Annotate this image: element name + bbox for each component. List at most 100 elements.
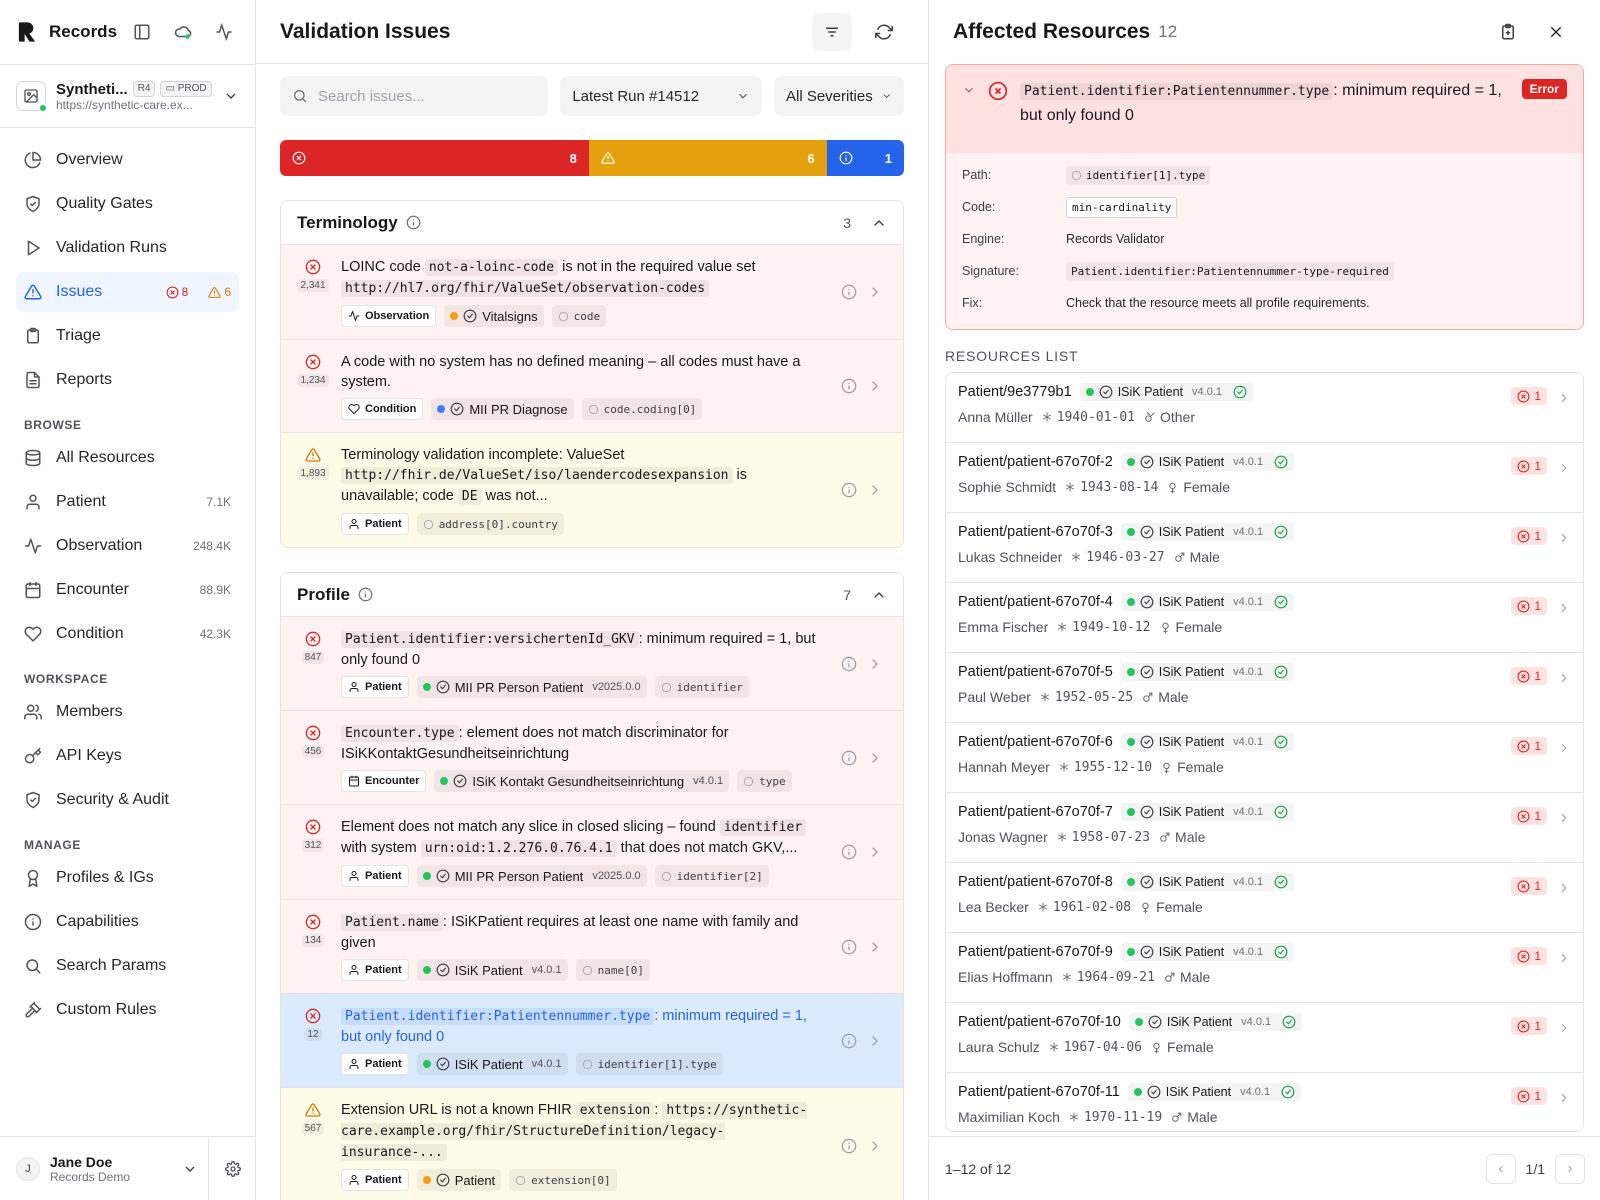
issue-row[interactable]: 567 Extension URL is not a known FHIR ext…: [281, 1088, 903, 1200]
sidebar-item-api-keys[interactable]: API Keys: [16, 736, 239, 776]
profile-tag[interactable]: Vitalsigns: [444, 305, 544, 327]
issue-info-button[interactable]: [841, 482, 857, 498]
sidebar-item-condition[interactable]: Condition 42.3K: [16, 614, 239, 654]
chevron-right-icon[interactable]: [1557, 391, 1571, 405]
chevron-down-icon[interactable]: [182, 1161, 198, 1177]
issue-info-button[interactable]: [841, 1138, 857, 1154]
chevron-right-icon[interactable]: [1557, 741, 1571, 755]
settings-button[interactable]: [208, 1136, 256, 1200]
cloud-status-icon[interactable]: [168, 16, 199, 48]
activity-icon[interactable]: [208, 16, 239, 48]
resource-row[interactable]: Patient/patient-67o70f-2 ISiK Patient v4.0…: [946, 443, 1583, 513]
chevron-right-icon[interactable]: [1557, 1091, 1571, 1105]
severity-bar-info[interactable]: 1: [826, 140, 904, 176]
profile-tag[interactable]: ISiK Patient v4.0.1: [1120, 873, 1295, 891]
issue-row[interactable]: 1,234 A code with no system has no define…: [281, 340, 903, 433]
chevron-right-icon[interactable]: [1557, 881, 1571, 895]
issue-open-button[interactable]: [867, 939, 883, 955]
copy-button[interactable]: [1488, 13, 1528, 51]
sidebar-item-quality-gates[interactable]: Quality Gates: [16, 184, 239, 224]
sidebar-item-security-audit[interactable]: Security & Audit: [16, 780, 239, 820]
resource-row[interactable]: Patient/patient-67o70f-11 ISiK Patient v4.…: [946, 1073, 1583, 1131]
issue-row[interactable]: 12 Patient.identifier:Patientennummer.typ…: [281, 994, 903, 1088]
group-header[interactable]: Profile 7: [281, 573, 903, 617]
issue-info-button[interactable]: [841, 750, 857, 766]
severity-bar-warnings[interactable]: 6: [588, 140, 827, 176]
profile-tag[interactable]: ISiK Patient v4.0.1: [1128, 1013, 1303, 1031]
search-input[interactable]: Search issues...: [280, 76, 549, 116]
resource-row[interactable]: Patient/patient-67o70f-7 ISiK Patient v4.0…: [946, 793, 1583, 863]
issue-open-button[interactable]: [867, 284, 883, 300]
resource-row[interactable]: Patient/patient-67o70f-6 ISiK Patient v4.0…: [946, 723, 1583, 793]
profile-tag[interactable]: ISiK Patient v4.0.1: [416, 959, 568, 981]
resource-row[interactable]: Patient/patient-67o70f-5 ISiK Patient v4.0…: [946, 653, 1583, 723]
sidebar-item-members[interactable]: Members: [16, 692, 239, 732]
sidebar-item-overview[interactable]: Overview: [16, 140, 239, 180]
sidebar-item-patient[interactable]: Patient 7.1K: [16, 482, 239, 522]
filter-button[interactable]: [812, 12, 852, 51]
sidebar-item-capabilities[interactable]: Capabilities: [16, 902, 239, 942]
profile-tag[interactable]: ISiK Patient v4.0.1: [1120, 733, 1295, 751]
group-header[interactable]: Terminology 3: [281, 201, 903, 245]
user-menu[interactable]: J Jane Doe Records Demo: [0, 1136, 256, 1200]
toggle-sidebar-icon[interactable]: [127, 16, 158, 48]
profile-tag[interactable]: MII PR Diagnose: [431, 398, 574, 420]
issue-open-button[interactable]: [867, 1033, 883, 1049]
profile-tag[interactable]: ISiK Patient v4.0.1: [1120, 453, 1295, 471]
chevron-right-icon[interactable]: [1557, 671, 1571, 685]
issue-info-button[interactable]: [841, 844, 857, 860]
close-button[interactable]: [1536, 13, 1576, 51]
issue-row[interactable]: 1,893 Terminology validation incomplete: …: [281, 433, 903, 547]
prev-page-button[interactable]: [1485, 1153, 1516, 1184]
chevron-right-icon[interactable]: [1557, 951, 1571, 965]
profile-tag[interactable]: ISiK Patient v4.0.1: [1127, 1083, 1302, 1101]
sidebar-item-validation-runs[interactable]: Validation Runs: [16, 228, 239, 268]
severity-bar-errors[interactable]: 8: [280, 140, 589, 176]
issue-open-button[interactable]: [867, 750, 883, 766]
next-page-button[interactable]: [1555, 1153, 1585, 1184]
issue-info-button[interactable]: [841, 939, 857, 955]
resource-row[interactable]: Patient/patient-67o70f-10 ISiK Patient v4.…: [946, 1003, 1583, 1073]
profile-tag[interactable]: ISiK Patient v4.0.1: [1079, 383, 1253, 401]
issue-open-button[interactable]: [867, 378, 883, 394]
profile-tag[interactable]: MII PR Person Patient v2025.0.0: [416, 865, 647, 887]
sidebar-item-observation[interactable]: Observation 248.4K: [16, 526, 239, 566]
issue-row[interactable]: 456 Encounter.type: element does not matc…: [281, 711, 903, 805]
run-select[interactable]: Latest Run #14512: [560, 76, 762, 116]
profile-tag[interactable]: ISiK Kontakt Gesundheitseinrichtung v4.0.…: [434, 770, 730, 792]
sidebar-item-all-resources[interactable]: All Resources: [16, 438, 239, 478]
sidebar-item-profiles-igs[interactable]: Profiles & IGs: [16, 858, 239, 898]
chevron-right-icon[interactable]: [1557, 461, 1571, 475]
sidebar-item-reports[interactable]: Reports: [16, 360, 239, 400]
sidebar-item-encounter[interactable]: Encounter 88.9K: [16, 570, 239, 610]
profile-tag[interactable]: ISiK Patient v4.0.1: [416, 1053, 568, 1075]
chevron-right-icon[interactable]: [1557, 811, 1571, 825]
profile-tag[interactable]: ISiK Patient v4.0.1: [1120, 663, 1295, 681]
profile-tag[interactable]: ISiK Patient v4.0.1: [1120, 943, 1295, 961]
issue-info-button[interactable]: [841, 656, 857, 672]
profile-tag[interactable]: Patient: [416, 1169, 502, 1191]
sidebar-item-search-params[interactable]: Search Params: [16, 946, 239, 986]
resource-row[interactable]: Patient/patient-67o70f-3 ISiK Patient v4.0…: [946, 513, 1583, 583]
profile-tag[interactable]: ISiK Patient v4.0.1: [1120, 803, 1295, 821]
issue-row[interactable]: 847 Patient.identifier:versichertenId_GKV…: [281, 617, 903, 711]
issue-open-button[interactable]: [867, 1138, 883, 1154]
profile-tag[interactable]: MII PR Person Patient v2025.0.0: [416, 676, 647, 698]
chevron-right-icon[interactable]: [1557, 601, 1571, 615]
project-switcher[interactable]: Syntheti... R4 ▭ PROD https://synthetic-…: [0, 64, 255, 128]
refresh-button[interactable]: [864, 13, 904, 51]
resource-row[interactable]: Patient/patient-67o70f-9 ISiK Patient v4.0…: [946, 933, 1583, 1003]
issue-row[interactable]: 312 Element does not match any slice in c…: [281, 805, 903, 900]
severity-select[interactable]: All Severities: [774, 76, 904, 116]
issue-info-button[interactable]: [841, 1033, 857, 1049]
profile-tag[interactable]: ISiK Patient v4.0.1: [1120, 523, 1295, 541]
issue-row[interactable]: 134 Patient.name: ISiKPatient requires at…: [281, 900, 903, 994]
sidebar-item-issues[interactable]: Issues 8 6: [16, 272, 239, 312]
issue-info-button[interactable]: [841, 378, 857, 394]
issue-info-button[interactable]: [841, 284, 857, 300]
issue-row[interactable]: 2,341 LOINC code not-a-loinc-code is not …: [281, 245, 903, 340]
resource-row[interactable]: Patient/patient-67o70f-4 ISiK Patient v4.0…: [946, 583, 1583, 653]
chevron-down-icon[interactable]: [962, 83, 976, 97]
profile-tag[interactable]: ISiK Patient v4.0.1: [1120, 593, 1295, 611]
resource-row[interactable]: Patient/patient-67o70f-8 ISiK Patient v4.0…: [946, 863, 1583, 933]
